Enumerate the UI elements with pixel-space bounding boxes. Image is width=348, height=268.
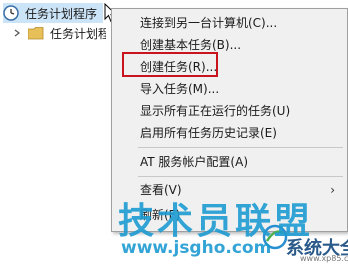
menu-separator	[138, 176, 343, 177]
watermark-url: www.jsgho.com	[121, 238, 272, 258]
tree-node-label: 任务计划程序	[25, 6, 98, 21]
menu-item-enable-task-history[interactable]: 启用所有任务历史记录(E)	[140, 123, 277, 143]
expand-chevron-icon[interactable]	[12, 28, 22, 38]
submenu-arrow-icon: ›	[330, 183, 335, 197]
menu-item-import-task[interactable]: 导入任务(M)...	[140, 79, 219, 99]
menu-item-connect-another-computer[interactable]: 连接到另一台计算机(C)...	[140, 13, 277, 33]
annotation-highlight-box	[122, 52, 218, 77]
watermark-brand: 技术员联盟	[118, 201, 314, 242]
menu-item-at-service-account[interactable]: AT 服务帐户配置(A)	[140, 152, 248, 172]
menu-item-display-running-tasks[interactable]: 显示所有正在运行的任务(U)	[140, 101, 290, 121]
tree-node-task-scheduler-library[interactable]: 任务计划程序库	[12, 23, 106, 43]
watermark-small-url: www.xp85.com	[300, 254, 348, 263]
tree-node-task-scheduler-local[interactable]: 任务计划程序	[3, 3, 104, 23]
menu-separator	[138, 147, 343, 148]
clock-icon	[3, 5, 19, 21]
folder-icon	[28, 26, 44, 39]
tree-node-label: 任务计划程序库	[50, 26, 106, 41]
